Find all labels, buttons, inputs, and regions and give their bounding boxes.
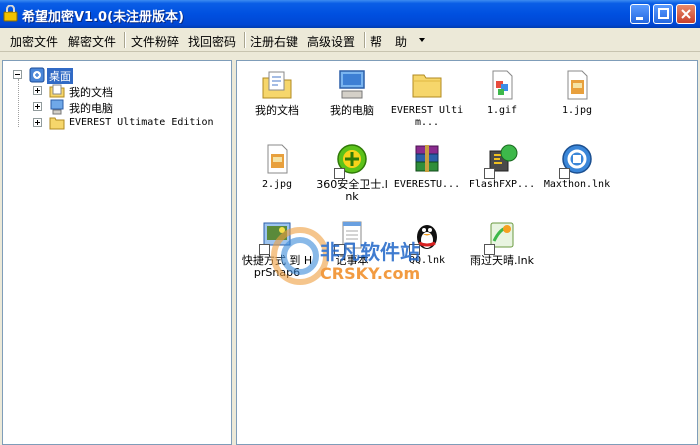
tree-node-my-documents[interactable]: 我的文档 bbox=[33, 83, 223, 99]
file-name: 2.jpg bbox=[261, 179, 293, 190]
menu-encrypt-file[interactable]: 加密文件 bbox=[10, 33, 58, 50]
winrar-archive-icon bbox=[415, 145, 439, 172]
file-item[interactable]: 1.jpg bbox=[539, 69, 615, 117]
gif-image-icon bbox=[492, 70, 513, 100]
menu-advanced-settings[interactable]: 高级设置 bbox=[307, 33, 355, 50]
menu-separator bbox=[364, 32, 366, 48]
close-button[interactable] bbox=[676, 4, 696, 24]
file-name: 雨过天晴.lnk bbox=[470, 254, 534, 267]
file-name: EVEREST Ultim... bbox=[390, 105, 464, 128]
tree-node-everest[interactable]: EVEREST Ultimate Edition bbox=[33, 115, 228, 131]
expand-icon[interactable] bbox=[33, 118, 42, 127]
watermark-en: CRSKY.com bbox=[320, 264, 421, 283]
documents-folder-icon bbox=[49, 84, 65, 98]
maximize-button[interactable] bbox=[653, 4, 673, 24]
tree-label-desktop: 桌面 bbox=[47, 68, 73, 84]
documents-folder-icon bbox=[262, 71, 292, 99]
file-name: EVERESTU... bbox=[393, 179, 461, 190]
collapse-icon[interactable] bbox=[13, 70, 22, 79]
tree-guide-line bbox=[18, 79, 19, 127]
file-item[interactable]: 1.gif bbox=[464, 69, 540, 117]
maximize-icon bbox=[658, 8, 669, 19]
menu-recover-password[interactable]: 找回密码 bbox=[188, 33, 236, 50]
file-item[interactable]: EVERESTU... bbox=[389, 143, 465, 191]
tree-label-my-documents: 我的文档 bbox=[69, 86, 113, 99]
file-item[interactable]: 360安全卫士.lnk bbox=[314, 143, 390, 203]
window-title: 希望加密V1.0(未注册版本) bbox=[22, 10, 184, 25]
file-item[interactable]: Maxthon.lnk bbox=[539, 143, 615, 191]
site-watermark: 非凡软件站 CRSKY.com bbox=[270, 220, 435, 292]
file-item[interactable]: 雨过天晴.lnk bbox=[464, 219, 540, 267]
tree-node-desktop[interactable]: 桌面 bbox=[13, 67, 213, 84]
file-name: 1.jpg bbox=[561, 105, 593, 116]
file-item[interactable]: 2.jpg bbox=[239, 143, 315, 191]
minimize-button[interactable] bbox=[630, 4, 650, 24]
shortcut-arrow-icon bbox=[559, 168, 570, 179]
menu-register-context[interactable]: 注册右键 bbox=[250, 33, 298, 50]
shortcut-arrow-icon bbox=[484, 168, 495, 179]
title-bar[interactable]: 希望加密V1.0(未注册版本) bbox=[0, 0, 700, 28]
file-name: 360安全卫士.lnk bbox=[316, 178, 388, 203]
minimize-icon bbox=[636, 17, 643, 20]
tree-label-my-computer: 我的电脑 bbox=[69, 102, 113, 115]
menu-separator bbox=[244, 32, 246, 48]
file-item[interactable]: 我的电脑 bbox=[314, 69, 390, 117]
file-item[interactable]: FlashFXP... bbox=[464, 143, 540, 191]
file-name: 我的电脑 bbox=[330, 104, 374, 117]
watermark-cn: 非凡软件站 bbox=[320, 240, 420, 264]
folder-icon bbox=[412, 74, 442, 98]
file-name: 我的文档 bbox=[255, 104, 299, 117]
tree-label-everest: EVEREST Ultimate Edition bbox=[69, 117, 214, 128]
file-name: FlashFXP... bbox=[468, 179, 536, 190]
lock-icon bbox=[3, 5, 18, 22]
desktop-icon bbox=[29, 67, 45, 83]
jpg-image-icon bbox=[567, 70, 588, 100]
shortcut-arrow-icon bbox=[334, 168, 345, 179]
file-item[interactable]: EVEREST Ultim... bbox=[389, 69, 465, 129]
shortcut-arrow-icon bbox=[259, 244, 270, 255]
computer-icon bbox=[339, 70, 365, 99]
file-name: 1.gif bbox=[486, 105, 518, 116]
menu-help-2[interactable]: 助 bbox=[395, 33, 407, 50]
folder-tree[interactable]: 桌面 我的文档 我的电脑 EVEREST Ultimate Edition bbox=[2, 60, 232, 445]
jpg-image-icon bbox=[267, 144, 288, 174]
computer-icon bbox=[50, 99, 64, 115]
file-name: Maxthon.lnk bbox=[543, 179, 611, 190]
tree-node-my-computer[interactable]: 我的电脑 bbox=[33, 99, 223, 115]
menu-bar: 加密文件 解密文件 文件粉碎 找回密码 注册右键 高级设置 帮 助 bbox=[0, 28, 700, 52]
menu-separator bbox=[124, 32, 126, 48]
expand-icon[interactable] bbox=[33, 102, 42, 111]
menu-shred-file[interactable]: 文件粉碎 bbox=[131, 33, 179, 50]
expand-icon[interactable] bbox=[33, 86, 42, 95]
folder-icon bbox=[49, 117, 65, 130]
chevron-down-icon[interactable] bbox=[419, 38, 425, 42]
file-item[interactable]: 我的文档 bbox=[239, 69, 315, 117]
menu-decrypt-file[interactable]: 解密文件 bbox=[68, 33, 116, 50]
shortcut-arrow-icon bbox=[484, 244, 495, 255]
menu-help-1[interactable]: 帮 bbox=[370, 33, 382, 50]
close-icon bbox=[681, 9, 691, 19]
